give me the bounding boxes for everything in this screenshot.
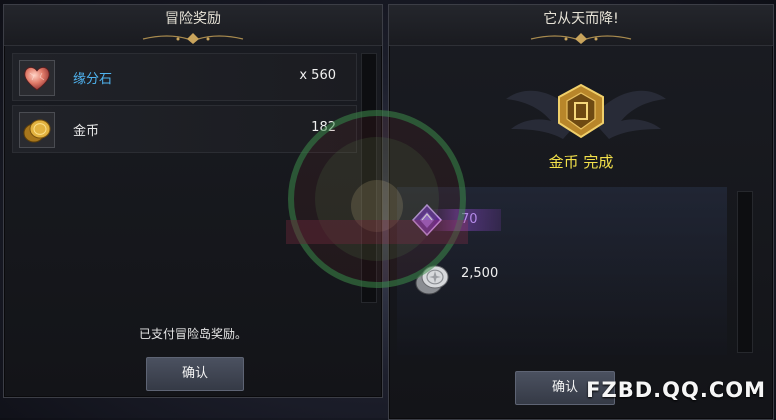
gold-coin-icon bbox=[19, 112, 55, 148]
drop-reward-title: 它从天而降! bbox=[543, 11, 619, 27]
title-ornament-icon bbox=[142, 33, 244, 44]
watermark-seal bbox=[286, 110, 468, 288]
list-item: 缘分石 x 560 bbox=[12, 53, 357, 101]
adventure-reward-title: 冒险奖励 bbox=[165, 11, 221, 27]
item-name: 缘分石 bbox=[73, 72, 113, 87]
confirm-button[interactable]: 确认 bbox=[146, 357, 244, 391]
item-quantity: x 560 bbox=[299, 68, 336, 83]
title-ornament-icon bbox=[530, 33, 632, 44]
reward-scrollbar[interactable] bbox=[737, 191, 753, 353]
item-name: 金币 bbox=[73, 124, 100, 139]
payment-message: 已支付冒险岛奖励。 bbox=[138, 327, 247, 341]
panel-title: 冒险奖励 bbox=[4, 5, 382, 46]
panel-title: 它从天而降! bbox=[389, 5, 773, 46]
site-watermark-label: FZBD.QQ.COM bbox=[586, 378, 766, 402]
heart-stone-icon bbox=[19, 60, 55, 96]
completion-medal-icon bbox=[558, 83, 604, 139]
